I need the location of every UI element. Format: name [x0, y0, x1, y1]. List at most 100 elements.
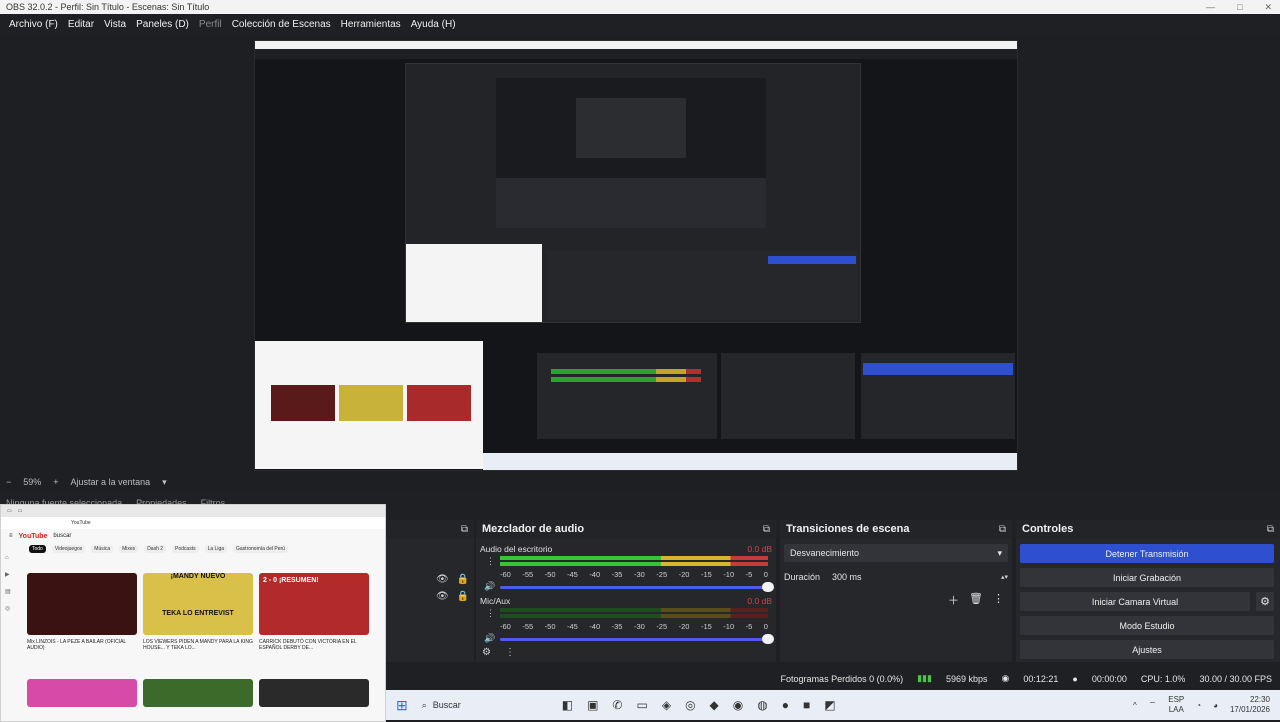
brave-icon[interactable]: ◆	[710, 698, 719, 712]
home-icon[interactable]: ⌂	[5, 555, 11, 561]
edge-icon[interactable]: ◎	[685, 698, 695, 712]
menu-icon[interactable]: ≡	[9, 533, 13, 539]
chip[interactable]: Videojuegos	[51, 545, 86, 553]
volume-slider-handle[interactable]	[762, 634, 774, 644]
video-thumbnail[interactable]	[143, 679, 253, 707]
minimize-icon[interactable]: —	[1206, 0, 1215, 14]
youtube-search[interactable]: buscar	[53, 533, 71, 539]
chip[interactable]: Música	[91, 545, 114, 553]
studio-mode-button[interactable]: Modo Estudio	[1020, 616, 1274, 635]
video-card[interactable]: ¡MANDY NUEVO TEKA LO ENTREVIST LOS VIEWE…	[143, 573, 253, 651]
language-indicator[interactable]: ESP LAA	[1168, 695, 1184, 715]
video-thumbnail[interactable]: 2 - 0 ¡RESUMEN!	[259, 573, 369, 635]
channel-menu-icon[interactable]: ⋮	[486, 608, 495, 619]
browser-address-bar[interactable]: YouTube	[1, 517, 385, 529]
settings-button[interactable]: Ajustes	[1020, 640, 1274, 659]
zoom-in-button[interactable]: +	[53, 477, 58, 487]
subscriptions-icon[interactable]: ▤	[5, 588, 11, 595]
menu-paneles[interactable]: Paneles (D)	[131, 19, 194, 30]
duration-input[interactable]: 300 ms	[832, 572, 1001, 582]
speaker-icon[interactable]: 🔊	[484, 633, 495, 644]
video-title[interactable]: Mix LINZOIS - LA PEZE A BAILAR (OFICIAL …	[27, 639, 137, 651]
chevron-up-icon[interactable]: ^	[1133, 701, 1137, 710]
clock[interactable]: 22:30 17/01/2026	[1230, 695, 1270, 715]
video-thumbnail[interactable]	[27, 573, 137, 635]
video-card[interactable]: 2 - 0 ¡RESUMEN! CARRICK DEBUTÓ CON VICTO…	[259, 573, 369, 651]
chip[interactable]: Todo	[29, 545, 46, 553]
chip[interactable]: Podcasts	[172, 545, 199, 553]
stop-stream-button[interactable]: Detener Transmisión	[1020, 544, 1274, 563]
mixer-menu-icon[interactable]: ⋮	[505, 647, 515, 658]
close-icon[interactable]: ✕	[1264, 0, 1272, 14]
lock-icon[interactable]: 🔒	[457, 591, 469, 602]
menu-ayuda[interactable]: Ayuda (H)	[406, 19, 461, 30]
windows-start-icon[interactable]: ⊞	[396, 697, 408, 714]
volume-slider-handle[interactable]	[762, 582, 774, 592]
shorts-icon[interactable]: ▶	[5, 571, 11, 578]
app-icon[interactable]: ◈	[662, 698, 671, 712]
trash-icon[interactable]: 🗑	[969, 592, 983, 608]
menu-vista[interactable]: Vista	[99, 19, 131, 30]
browser-tab[interactable]: ▭	[7, 508, 12, 514]
add-icon[interactable]: ＋	[948, 592, 959, 608]
wifi-icon[interactable]: ◔	[1196, 701, 1201, 710]
app-icon[interactable]: ◧	[562, 698, 573, 712]
video-title[interactable]: CARRICK DEBUTÓ CON VICTORIA EN EL ESPAÑO…	[259, 639, 369, 651]
zoom-out-button[interactable]: −	[6, 477, 11, 487]
volume-slider[interactable]	[500, 586, 768, 589]
folder-icon[interactable]: ▭	[636, 698, 647, 712]
chip[interactable]: Dash 2	[144, 545, 167, 553]
discord-icon[interactable]: ◉	[733, 698, 743, 712]
video-thumbnail[interactable]	[259, 679, 369, 707]
browser-tabs[interactable]: ▭ ▭	[1, 505, 385, 517]
volume-slider[interactable]	[500, 638, 768, 641]
volume-icon[interactable]: ◕	[1213, 701, 1218, 710]
channel-menu-icon[interactable]: ⋮	[486, 556, 495, 567]
video-thumbnail[interactable]: ¡MANDY NUEVO TEKA LO ENTREVIST	[143, 573, 253, 635]
advanced-audio-icon[interactable]: ⚙	[482, 647, 491, 658]
more-icon[interactable]: ⋮	[993, 592, 1004, 608]
chip[interactable]: La Liga	[204, 545, 228, 553]
whatsapp-icon[interactable]: ✆	[612, 698, 622, 712]
eye-icon[interactable]: 👁	[436, 591, 449, 602]
start-recording-button[interactable]: Iniciar Grabación	[1020, 568, 1274, 587]
video-title[interactable]: LOS VIEWERS PIDEN A MANDY PARA LA KING H…	[143, 639, 253, 651]
chevron-down-icon[interactable]: ▾	[162, 477, 167, 488]
maximize-icon[interactable]: □	[1237, 0, 1242, 14]
eye-icon[interactable]: 👁	[436, 574, 449, 585]
browser-tab[interactable]: ▭	[18, 508, 23, 514]
duration-spinner-icon[interactable]: ▴▾	[1001, 573, 1008, 581]
video-thumbnail[interactable]	[27, 679, 137, 707]
menu-perfil[interactable]: Perfil	[194, 19, 227, 30]
browser-window[interactable]: ▭ ▭ YouTube ≡ YouTube buscar Todo Videoj…	[0, 504, 386, 722]
app-icon[interactable]: ◩	[824, 698, 835, 712]
lock-icon[interactable]: 🔒	[457, 574, 469, 585]
video-card[interactable]: Mix LINZOIS - LA PEZE A BAILAR (OFICIAL …	[27, 573, 137, 651]
app-icon[interactable]: ▣	[587, 698, 598, 712]
network-icon[interactable]: ⌔	[1149, 700, 1157, 710]
preview-canvas[interactable]	[254, 40, 1018, 471]
window-controls: — □ ✕	[1206, 0, 1272, 14]
steam-icon[interactable]: ◍	[757, 698, 767, 712]
chip[interactable]: Gastronomía del Perú	[233, 545, 288, 553]
app-icon[interactable]: ■	[803, 698, 810, 712]
gear-icon[interactable]: ⚙	[1256, 592, 1274, 611]
taskbar-search[interactable]: ⌕ Buscar	[422, 700, 542, 711]
menu-archivo[interactable]: Archivo (F)	[4, 19, 63, 30]
chip[interactable]: Mixes	[119, 545, 139, 553]
menu-coleccion-escenas[interactable]: Colección de Escenas	[227, 19, 336, 30]
obs-icon[interactable]: ●	[782, 698, 789, 712]
fit-to-window-dropdown[interactable]: Ajustar a la ventana	[71, 477, 151, 487]
youtube-logo[interactable]: YouTube	[19, 533, 48, 540]
transition-select[interactable]: Desvanecimiento ▾	[784, 544, 1008, 562]
start-virtual-camera-button[interactable]: Iniciar Camara Virtual	[1020, 592, 1250, 611]
undock-icon[interactable]: ⧉	[763, 524, 770, 535]
menu-herramientas[interactable]: Herramientas	[336, 19, 406, 30]
preview-area[interactable]	[0, 34, 1280, 476]
speaker-icon[interactable]: 🔊	[484, 581, 495, 592]
undock-icon[interactable]: ⧉	[461, 524, 468, 535]
you-icon[interactable]: ◎	[5, 605, 11, 612]
undock-icon[interactable]: ⧉	[999, 524, 1006, 535]
undock-icon[interactable]: ⧉	[1267, 524, 1274, 535]
menu-editar[interactable]: Editar	[63, 19, 99, 30]
